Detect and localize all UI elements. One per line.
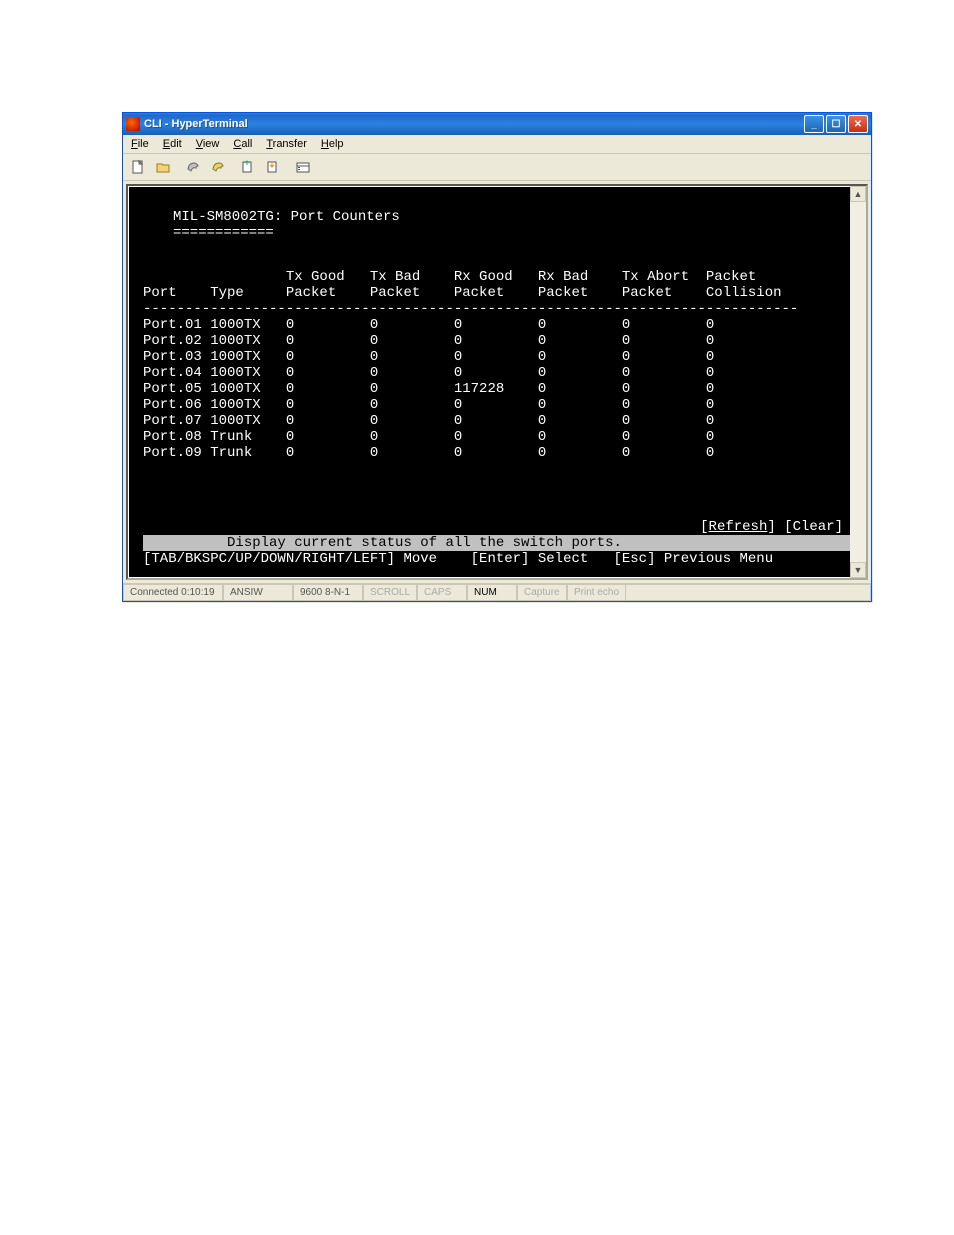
menu-view[interactable]: View	[190, 137, 226, 151]
status-num: NUM	[467, 584, 517, 601]
properties-icon[interactable]	[292, 156, 314, 178]
send-icon[interactable]	[237, 156, 259, 178]
open-icon[interactable]	[152, 156, 174, 178]
menubar: File Edit View Call Transfer Help	[123, 135, 871, 154]
scroll-up-icon[interactable]: ▲	[850, 186, 866, 202]
call-icon[interactable]	[182, 156, 204, 178]
app-icon	[126, 117, 140, 131]
disconnect-icon[interactable]	[207, 156, 229, 178]
status-encoding: ANSIW	[223, 584, 293, 601]
receive-icon[interactable]	[262, 156, 284, 178]
menu-call[interactable]: Call	[227, 137, 258, 151]
title-underline: ============	[173, 225, 851, 241]
statusbar: Connected 0:10:19 ANSIW 9600 8-N-1 SCROL…	[123, 583, 871, 601]
col-header-1: Tx Good Tx Bad Rx Good Rx Bad Tx Abort P…	[143, 269, 851, 285]
status-connected: Connected 0:10:19	[123, 584, 223, 601]
toolbar	[123, 154, 871, 181]
table-rows: Port.01 1000TX 0 0 0 0 0 0 Port.02 1000T…	[143, 317, 851, 461]
window-title: CLI - HyperTerminal	[144, 118, 804, 130]
divider-line: ----------------------------------------…	[143, 301, 851, 317]
help-line: Display current status of all the switch…	[143, 535, 851, 551]
status-printecho: Print echo	[567, 584, 626, 601]
minimize-button[interactable]: _	[804, 115, 824, 133]
titlebar: CLI - HyperTerminal _ ☐ ✕	[123, 113, 871, 135]
new-icon[interactable]	[127, 156, 149, 178]
nav-help: [TAB/BKSPC/UP/DOWN/RIGHT/LEFT] Move [Ent…	[143, 551, 851, 567]
terminal-title: MIL-SM8002TG: Port Counters	[173, 209, 851, 225]
menu-help[interactable]: Help	[315, 137, 350, 151]
status-spacer	[626, 584, 871, 601]
scroll-down-icon[interactable]: ▼	[850, 562, 866, 578]
table-row: Port.01 1000TX 0 0 0 0 0 0 Port.02 1000T…	[143, 317, 851, 461]
clear-button[interactable]: Clear	[793, 519, 835, 535]
close-button[interactable]: ✕	[848, 115, 868, 133]
maximize-button[interactable]: ☐	[826, 115, 846, 133]
vertical-scrollbar[interactable]: ▲ ▼	[850, 186, 866, 578]
menu-edit[interactable]: Edit	[157, 137, 188, 151]
status-caps: CAPS	[417, 584, 467, 601]
action-row: [Refresh] [Clear]	[143, 519, 851, 535]
status-capture: Capture	[517, 584, 567, 601]
col-headers: Tx Good Tx Bad Rx Good Rx Bad Tx Abort P…	[143, 269, 851, 301]
terminal-frame: MIL-SM8002TG: Port Counters============ …	[126, 184, 868, 580]
scroll-track[interactable]	[850, 202, 866, 562]
app-window: CLI - HyperTerminal _ ☐ ✕ File Edit View…	[122, 112, 872, 602]
menu-transfer[interactable]: Transfer	[260, 137, 313, 151]
status-scroll: SCROLL	[363, 584, 417, 601]
refresh-button[interactable]: Refresh	[709, 519, 768, 535]
status-settings: 9600 8-N-1	[293, 584, 363, 601]
menu-file[interactable]: File	[125, 137, 155, 151]
col-header-2: Port Type Packet Packet Packet Packet Pa…	[143, 285, 851, 301]
terminal[interactable]: MIL-SM8002TG: Port Counters============ …	[129, 187, 865, 577]
